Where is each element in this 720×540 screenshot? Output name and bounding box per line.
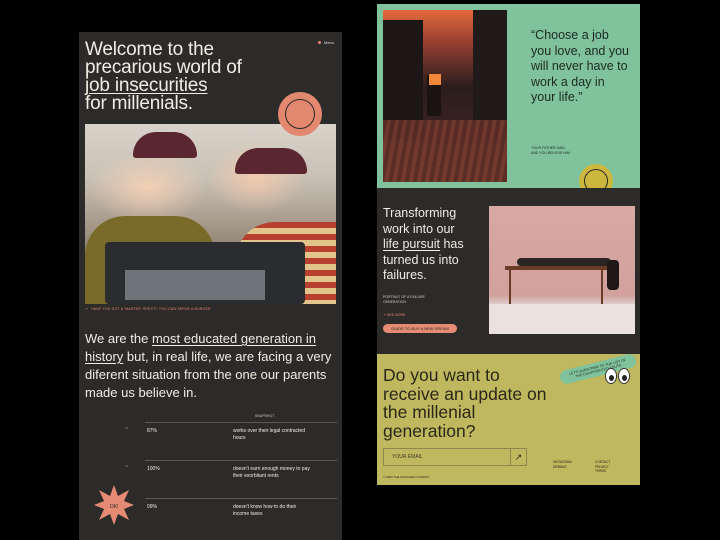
footer-link-instagram[interactable]: INSTAGRAM xyxy=(553,460,572,465)
hero-line-4: for millenials. xyxy=(85,93,193,114)
statement-paragraph: We are the most educated generation in h… xyxy=(85,330,337,402)
menu-button[interactable]: Menu xyxy=(317,40,334,45)
email-form: ↗ xyxy=(383,448,527,466)
life-pursuit-link[interactable]: life pursuit xyxy=(383,237,440,251)
stat-index: 01 xyxy=(125,426,129,430)
newsletter-title: Do you want to receive an update on the … xyxy=(383,365,547,441)
stats-header: SNAPSHOT xyxy=(255,414,275,418)
eyes-icon xyxy=(605,368,631,386)
photo-caption-text: HAVE YOU GOT A 'MASTER' SPEXT? YOU CAN S… xyxy=(91,307,211,311)
quote-attribution-line: AND YOU BELIEVE HIM xyxy=(531,151,570,155)
failure-section: Transforming work into our life pursuit … xyxy=(377,188,640,354)
footer-info-links: CONTACT PRIVACY TERMS xyxy=(595,460,610,474)
arrow-up-right-icon: ↗ xyxy=(514,451,523,462)
failure-heading-part-1: Transforming work into our xyxy=(383,206,457,236)
copyright-text: © 2023 THE MANAGED COHORT xyxy=(383,475,430,479)
footer-link-dribble[interactable]: DRIBBLE xyxy=(553,465,572,470)
portrait-caption: PORTRAIT OF A FAILURE GENERATION xyxy=(383,295,425,305)
stat-value: 99% xyxy=(147,504,158,510)
hero-title: Welcome to the precarious world of job i… xyxy=(85,40,285,114)
see-more-link[interactable]: ↗ SEE MORE xyxy=(383,313,405,317)
stat-row: 01 87% works over their legal contracted… xyxy=(125,422,337,458)
left-page-panel: Menu Welcome to the precarious world of … xyxy=(79,32,342,540)
statement-part-1: We are the xyxy=(85,331,152,346)
stat-index: 02 xyxy=(125,464,129,468)
failure-heading: Transforming work into our life pursuit … xyxy=(383,206,483,284)
footer-link-terms[interactable]: TERMS xyxy=(595,469,610,474)
submit-arrow-button[interactable]: ↗ xyxy=(510,449,526,465)
photo-caption-link[interactable]: ↗ HAVE YOU GOT A 'MASTER' SPEXT? YOU CAN… xyxy=(85,307,211,311)
newsletter-section: Do you want to receive an update on the … xyxy=(377,352,640,485)
arrow-icon: ↗ xyxy=(85,307,89,311)
stat-description: doesn't earn enough money to pay their e… xyxy=(233,466,310,479)
rotating-badge-icon xyxy=(278,92,322,136)
portrait-caption-line: GENERATION xyxy=(383,300,406,304)
quote-attribution: YOUR FATHER SAID, AND YOU BELIEVE HIM xyxy=(531,146,570,156)
stat-description: doesn't know how to do their income taxe… xyxy=(233,504,297,517)
starburst-label: OK! xyxy=(110,504,119,510)
stat-description: works over their legal contracted hours xyxy=(233,428,305,441)
email-input[interactable] xyxy=(384,449,510,465)
footer-link-contact[interactable]: CONTACT xyxy=(595,460,610,465)
menu-label: Menu xyxy=(323,40,334,45)
footer-social-links: INSTAGRAM DRIBBLE xyxy=(553,460,572,469)
menu-dot-icon xyxy=(317,41,321,44)
stat-row: 03 99% doesn't know how to do their inco… xyxy=(125,498,337,534)
quote-text: “Choose a job you love, and you will nev… xyxy=(531,28,629,104)
stat-value: 87% xyxy=(147,428,158,434)
starburst-icon: OK! xyxy=(94,485,134,525)
quote-section: “Choose a job you love, and you will nev… xyxy=(377,4,640,198)
person-on-table-photo xyxy=(489,206,635,334)
guide-button[interactable]: GUIDE TO BUY A NEW DREAM xyxy=(383,324,457,333)
stat-value: 100% xyxy=(147,466,160,472)
right-page-column: “Choose a job you love, and you will nev… xyxy=(377,4,640,485)
hero-photo-workers xyxy=(85,124,336,304)
street-rider-photo xyxy=(383,10,507,182)
stat-row: 02 100% doesn't earn enough money to pay… xyxy=(125,460,337,496)
